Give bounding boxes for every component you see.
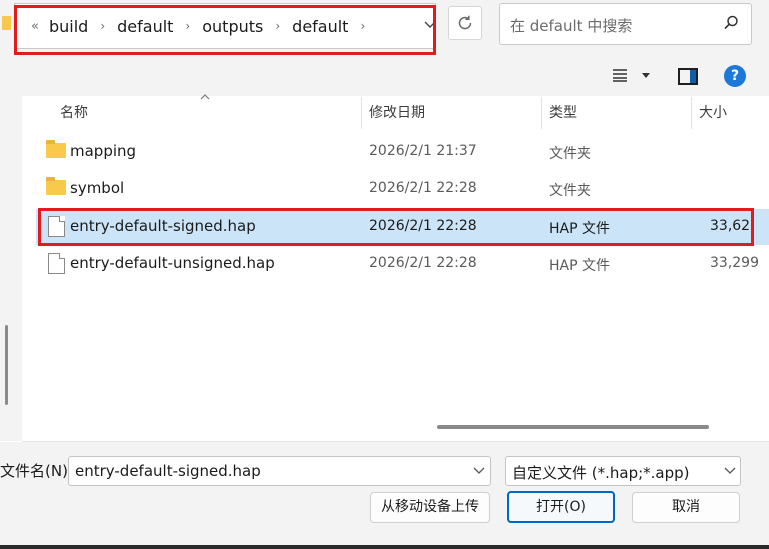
breadcrumb-outputs[interactable]: outputs	[202, 17, 263, 36]
file-type: 文件夹	[549, 183, 591, 199]
column-header-date[interactable]: 修改日期	[369, 97, 425, 129]
filetype-value: 自定义文件 (*.hap;*.app)	[512, 464, 690, 482]
chevron-down-icon[interactable]	[419, 16, 441, 38]
taskbar-edge	[0, 545, 769, 549]
chevron-down-icon[interactable]	[724, 467, 736, 475]
filetype-select[interactable]: 自定义文件 (*.hap;*.app)	[505, 456, 741, 486]
breadcrumb-separator[interactable]: ›	[275, 19, 280, 33]
view-dropdown-icon[interactable]	[642, 73, 650, 78]
filename-value: entry-default-signed.hap	[75, 462, 261, 480]
folder-icon	[46, 177, 66, 195]
file-size: 33,299	[710, 255, 759, 271]
chevron-down-icon[interactable]	[473, 467, 485, 475]
folder-icon	[46, 140, 66, 158]
filename-label: 文件名(N):	[0, 462, 73, 480]
cancel-button[interactable]: 取消	[632, 492, 740, 523]
breadcrumb-default[interactable]: default	[117, 17, 173, 36]
file-icon	[48, 253, 65, 274]
address-bar[interactable]: « build › default › outputs › default ›	[14, 3, 436, 49]
upload-from-device-button[interactable]: 从移动设备上传	[370, 492, 490, 523]
file-row-symbol[interactable]: symbol 2026/2/1 22:28 文件夹	[36, 171, 769, 207]
search-input[interactable]: 在 default 中搜索	[499, 3, 752, 45]
file-date: 2026/2/1 22:28	[369, 180, 477, 196]
view-menu-icon[interactable]	[612, 68, 628, 82]
navigation-pane-edge	[0, 96, 22, 441]
breadcrumb-default-current[interactable]: default	[292, 17, 348, 36]
file-date: 2026/2/1 22:28	[369, 218, 477, 234]
breadcrumb-separator[interactable]: ›	[100, 19, 105, 33]
column-divider[interactable]	[361, 97, 362, 129]
search-icon[interactable]	[720, 12, 742, 34]
file-name: symbol	[70, 179, 125, 197]
column-header-name[interactable]: 名称	[60, 97, 88, 129]
filename-input[interactable]: entry-default-signed.hap	[68, 456, 491, 486]
sort-ascending-icon	[200, 92, 210, 103]
file-row-entry-default-signed[interactable]: entry-default-signed.hap 2026/2/1 22:28 …	[36, 209, 769, 245]
refresh-icon	[458, 15, 472, 30]
search-placeholder: 在 default 中搜索	[510, 17, 633, 35]
column-header-size[interactable]: 大小	[699, 97, 727, 129]
file-date: 2026/2/1 21:37	[369, 143, 477, 159]
file-size: 33,62	[710, 218, 751, 234]
column-divider[interactable]	[691, 97, 692, 129]
file-row-mapping[interactable]: mapping 2026/2/1 21:37 文件夹	[36, 134, 769, 170]
folder-icon	[2, 16, 11, 30]
column-header-type[interactable]: 类型	[549, 97, 577, 129]
breadcrumb-build[interactable]: build	[49, 17, 88, 36]
horizontal-scrollbar[interactable]	[437, 425, 709, 429]
command-bar	[0, 56, 769, 96]
preview-pane-icon[interactable]	[678, 68, 698, 85]
refresh-button[interactable]	[448, 6, 482, 40]
file-row-entry-default-unsigned[interactable]: entry-default-unsigned.hap 2026/2/1 22:2…	[36, 246, 769, 282]
file-type: HAP 文件	[549, 221, 610, 237]
file-name: entry-default-unsigned.hap	[70, 254, 275, 272]
breadcrumb-overflow[interactable]: «	[31, 19, 39, 34]
navigation-scrollbar[interactable]	[5, 325, 8, 405]
help-icon[interactable]: ?	[724, 65, 746, 87]
file-type: HAP 文件	[549, 258, 610, 274]
open-button[interactable]: 打开(O)	[507, 491, 615, 523]
file-name: mapping	[70, 142, 137, 160]
file-type: 文件夹	[549, 146, 591, 162]
breadcrumb-separator[interactable]: ›	[185, 19, 190, 33]
file-date: 2026/2/1 22:28	[369, 255, 477, 271]
file-name: entry-default-signed.hap	[70, 217, 256, 235]
file-icon	[48, 216, 65, 237]
breadcrumb-separator[interactable]: ›	[360, 19, 365, 33]
column-divider[interactable]	[541, 97, 542, 129]
